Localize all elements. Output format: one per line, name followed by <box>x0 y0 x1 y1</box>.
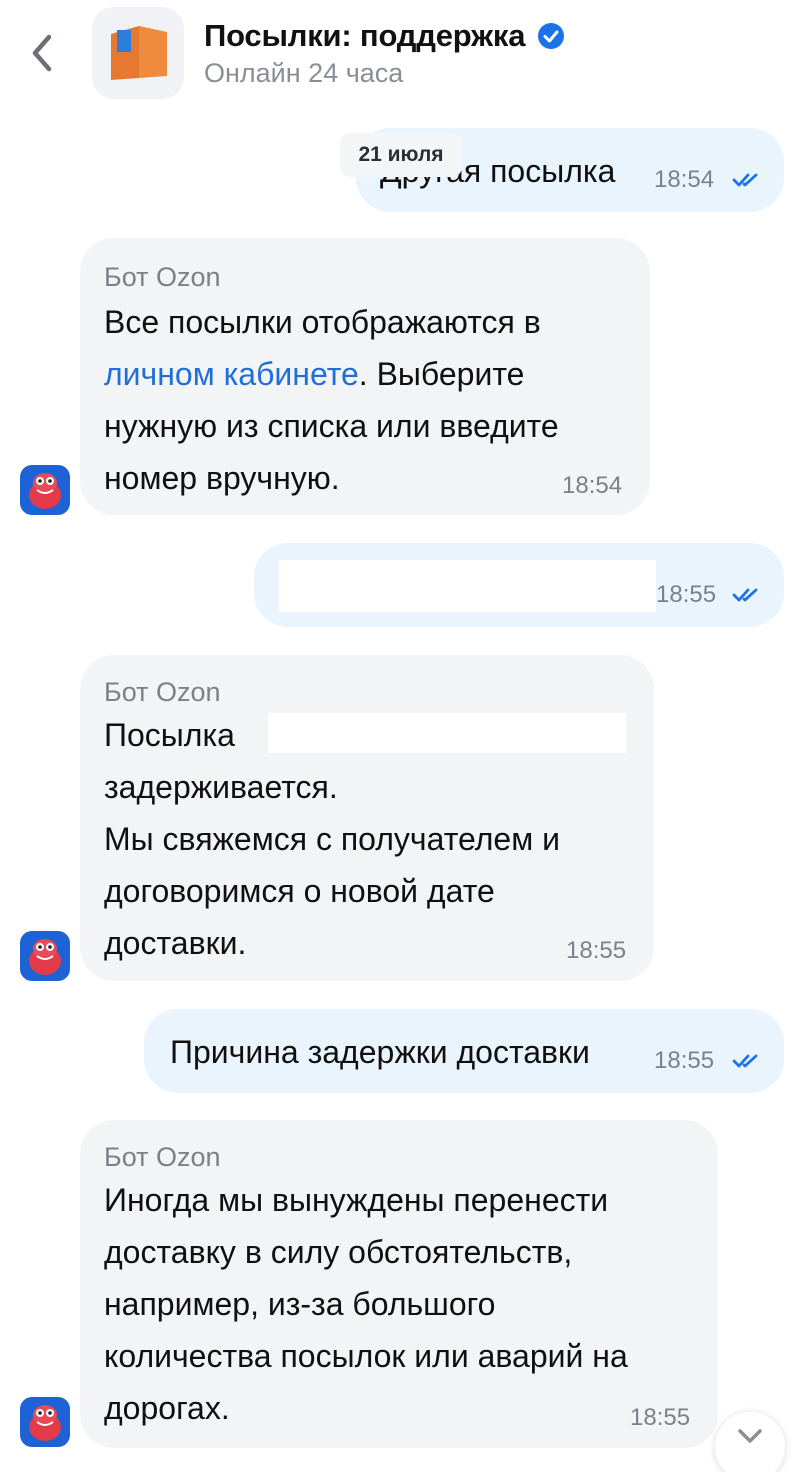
message-line: Мы свяжемся с получателем и <box>104 821 560 857</box>
date-separator: 21 июля <box>340 133 462 177</box>
message-time: 18:55 <box>654 1047 715 1074</box>
chat-header: Посылки: поддержка Онлайн 24 часа <box>0 0 800 106</box>
verified-badge-icon <box>538 23 565 49</box>
message-line: например, из-за большого <box>104 1286 496 1322</box>
incoming-message[interactable]: Бот Ozon Посылка задерживается. Мы свяже… <box>80 655 654 981</box>
bot-mascot-icon <box>29 473 61 509</box>
bot-mascot-icon <box>29 1405 61 1441</box>
message-time: 18:55 <box>566 937 627 964</box>
chat-status: Онлайн 24 часа <box>204 58 404 88</box>
message-line: номер вручную. <box>104 460 340 496</box>
message-line: количества посылок или аварий на <box>104 1338 628 1374</box>
bot-avatar[interactable] <box>20 931 70 981</box>
message-sender: Бот Ozon <box>104 1142 221 1172</box>
message-line: Все посылки отображаются в <box>104 304 541 340</box>
redacted-area <box>268 713 626 753</box>
message-line: доставки. <box>104 925 247 961</box>
chat-title: Посылки: поддержка <box>204 18 526 53</box>
message-line: личном кабинете. Выберите <box>104 356 525 392</box>
message-line: Посылка <box>104 717 235 753</box>
outgoing-message[interactable]: Причина задержки доставки 18:55 <box>144 1009 784 1093</box>
incoming-message[interactable]: Бот Ozon Иногда мы вынуждены перенести д… <box>80 1120 718 1448</box>
chat-avatar[interactable] <box>92 7 184 99</box>
bot-avatar[interactable] <box>20 465 70 515</box>
chevron-down-icon <box>738 1429 762 1443</box>
scroll-to-bottom-button[interactable] <box>715 1412 785 1472</box>
double-check-icon <box>732 1054 758 1068</box>
parcel-box-icon <box>111 26 167 80</box>
chevron-left-icon <box>32 34 52 72</box>
message-sender: Бот Ozon <box>104 677 221 707</box>
message-text: Причина задержки доставки <box>170 1034 590 1070</box>
message-line: доставку в силу обстоятельств, <box>104 1234 573 1270</box>
double-check-icon <box>732 588 758 602</box>
message-time: 18:55 <box>656 581 717 608</box>
personal-account-link[interactable]: личном кабинете <box>104 356 359 392</box>
message-time: 18:54 <box>654 166 715 193</box>
message-sender: Бот Ozon <box>104 262 221 292</box>
outgoing-message[interactable]: 18:55 <box>254 543 784 627</box>
message-line: задерживается. <box>104 769 338 805</box>
back-button[interactable] <box>22 30 62 76</box>
message-line: договоримся о новой дате <box>104 873 495 909</box>
redacted-area <box>279 560 656 612</box>
bot-avatar[interactable] <box>20 1397 70 1447</box>
double-check-icon <box>732 173 758 187</box>
message-line: нужную из списка или введите <box>104 408 559 444</box>
message-line: Иногда мы вынуждены перенести <box>104 1182 609 1218</box>
bot-mascot-icon <box>29 939 61 975</box>
message-line: дорогах. <box>104 1390 230 1426</box>
incoming-message[interactable]: Бот Ozon Все посылки отображаются в личн… <box>80 238 650 515</box>
message-time: 18:55 <box>630 1404 691 1431</box>
message-time: 18:54 <box>562 472 623 499</box>
